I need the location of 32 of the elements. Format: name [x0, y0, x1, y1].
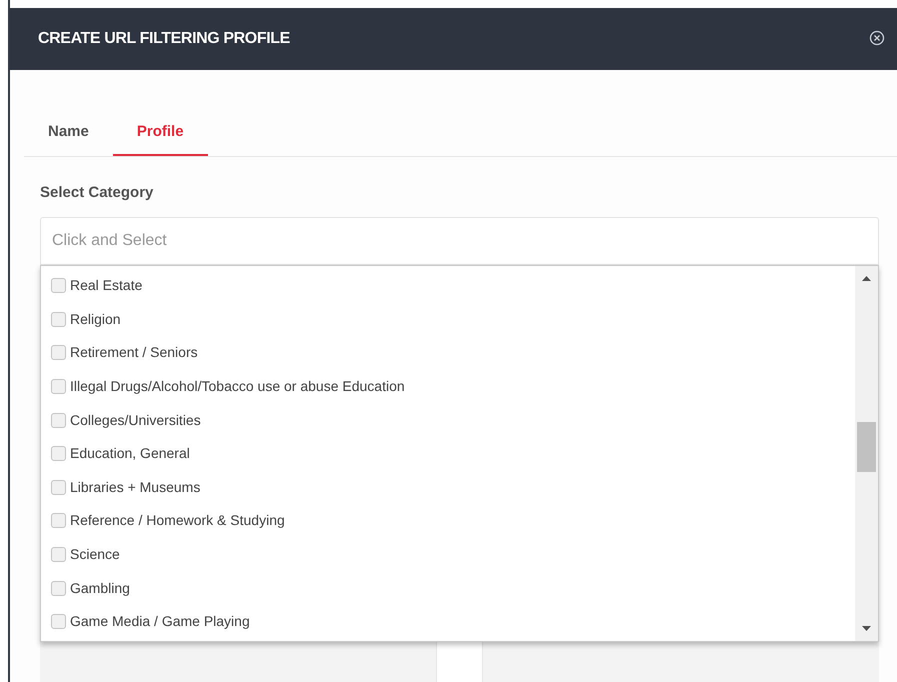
option-label[interactable]: Religion [70, 308, 121, 330]
checkbox[interactable] [51, 513, 66, 528]
option-label[interactable]: Game Media / Game Playing [70, 611, 250, 632]
checkbox[interactable] [51, 580, 66, 596]
option-label[interactable]: Gambling [70, 578, 130, 599]
tab[interactable]: Name [24, 110, 113, 156]
option-label[interactable]: Reference / Homework & Studying [70, 510, 285, 532]
scroll-down-icon[interactable] [862, 626, 871, 631]
close-icon[interactable] [869, 30, 885, 46]
option-label[interactable]: Real Estate [70, 275, 142, 296]
option-label[interactable]: Libraries + Museums [70, 476, 200, 498]
category-select-field[interactable]: Click and Select [40, 217, 879, 265]
field-label: Select Category [40, 183, 154, 203]
scroll-up-icon[interactable] [862, 276, 871, 281]
option-label[interactable]: Science [70, 544, 120, 566]
dialog-title: CREATE URL FILTERING PROFILE [38, 29, 290, 50]
checkbox[interactable] [51, 379, 66, 394]
option-label[interactable]: Education, General [70, 443, 190, 464]
option-label[interactable]: Retirement / Seniors [70, 342, 198, 364]
checkbox[interactable] [51, 480, 66, 495]
scrollbar-thumb[interactable] [857, 422, 876, 472]
checkbox[interactable] [51, 446, 66, 462]
checkbox[interactable] [51, 614, 66, 630]
checkbox[interactable] [51, 278, 66, 294]
checkbox[interactable] [51, 345, 66, 360]
checkbox[interactable] [51, 412, 66, 428]
option-label[interactable]: Colleges/Universities [70, 410, 201, 431]
option-label[interactable]: Illegal Drugs/Alcohol/Tobacco use or abuse Education [70, 376, 405, 398]
checkbox[interactable] [51, 547, 66, 562]
scrollbar[interactable] [855, 266, 878, 641]
tab[interactable]: Profile [112, 110, 208, 156]
checkbox[interactable] [51, 312, 66, 327]
